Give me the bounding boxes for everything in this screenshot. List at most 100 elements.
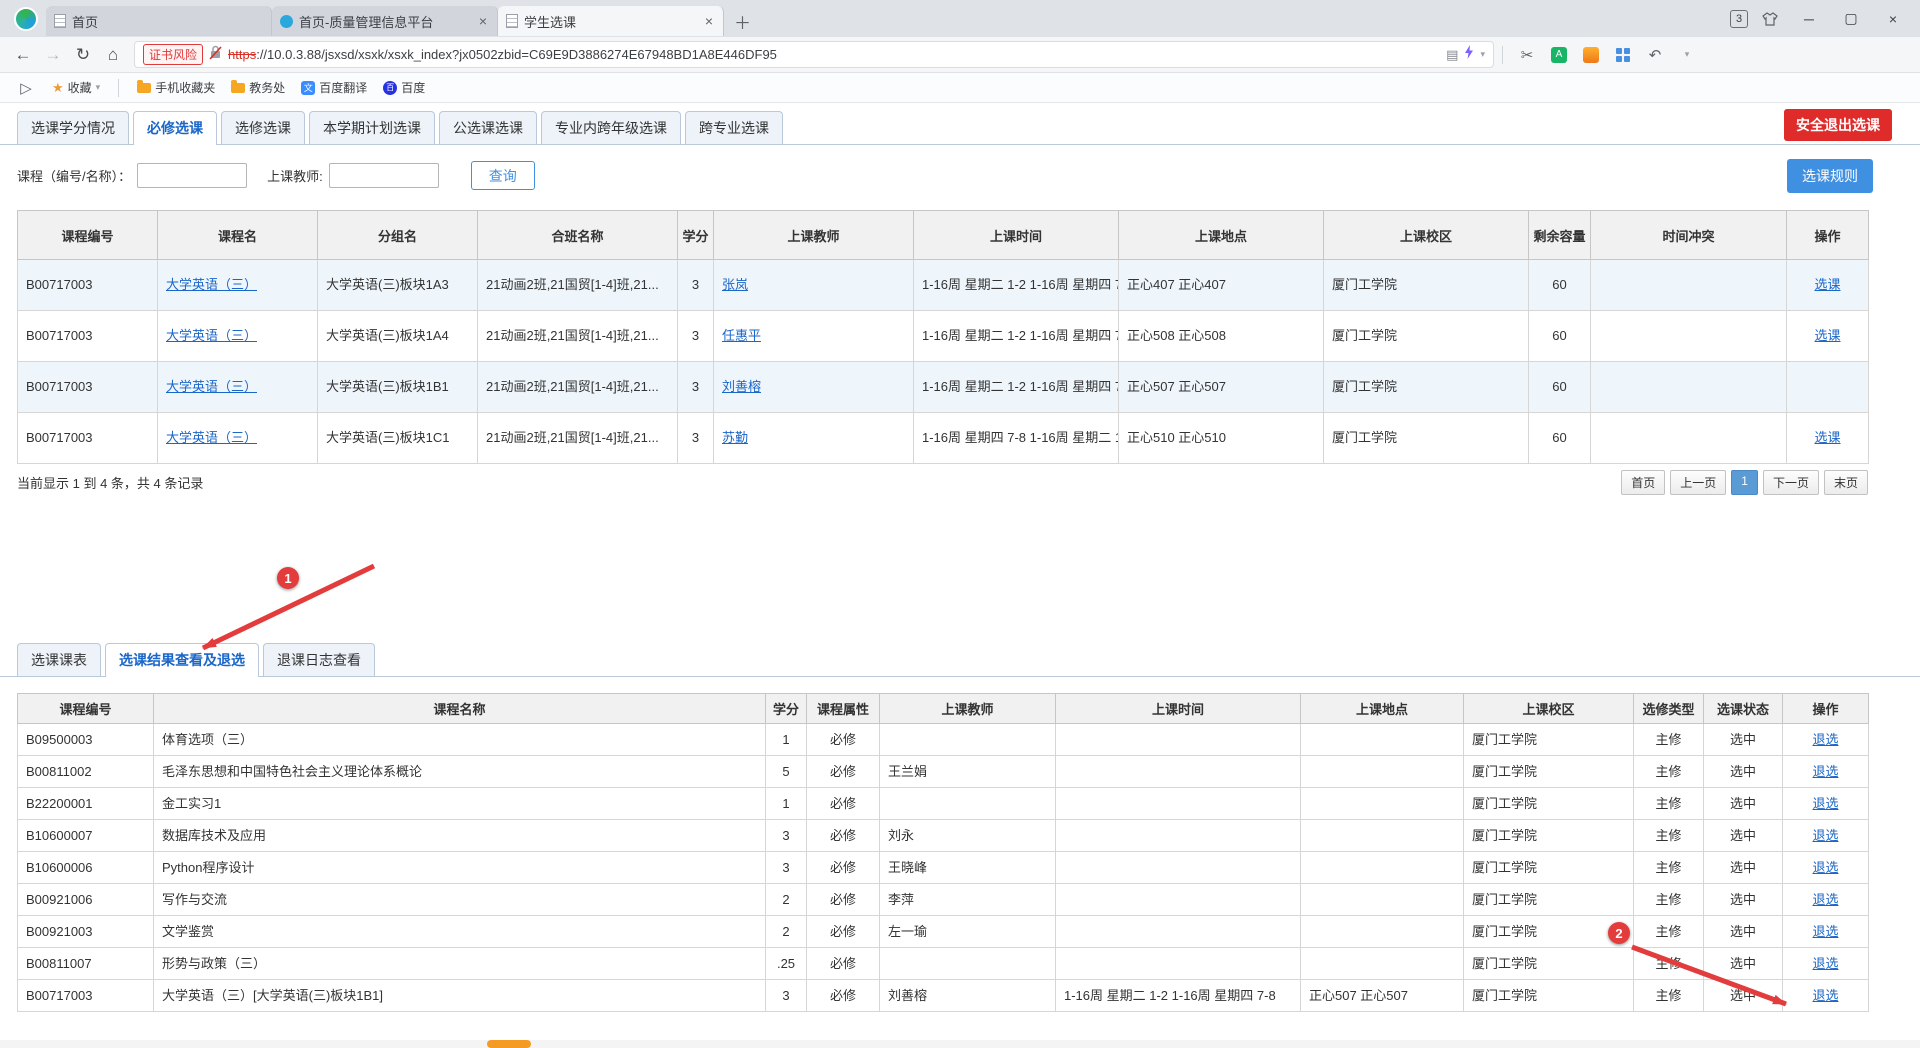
browser-tab-home[interactable]: 首页 xyxy=(46,6,272,36)
teacher-link[interactable]: 苏勤 xyxy=(722,430,748,445)
elective-type: 主修 xyxy=(1634,948,1704,980)
maximize-button[interactable]: ▢ xyxy=(1830,4,1872,34)
browser-tab-quality-platform[interactable]: 首页-质量管理信息平台 × xyxy=(272,6,498,36)
withdraw-link[interactable]: 退选 xyxy=(1812,924,1838,939)
teacher-filter-input[interactable] xyxy=(329,163,439,188)
scrollbar-thumb[interactable] xyxy=(487,1040,531,1048)
skin-icon[interactable] xyxy=(1762,12,1778,26)
select-course-link[interactable]: 选课 xyxy=(1814,328,1840,343)
apps-grid-icon[interactable] xyxy=(1610,42,1636,68)
address-bar[interactable]: 证书风险 https://10.0.3.88/jsxsd/xsxk/xsxk_i… xyxy=(134,41,1494,68)
current-page-button[interactable]: 1 xyxy=(1731,470,1758,495)
close-window-button[interactable]: × xyxy=(1872,4,1914,34)
withdraw-link[interactable]: 退选 xyxy=(1812,860,1838,875)
result-tab-bar: 选课课表 选课结果查看及退选 退课日志查看 xyxy=(0,643,1920,677)
withdraw-link[interactable]: 退选 xyxy=(1812,732,1838,747)
course-name-link[interactable]: 大学英语（三） xyxy=(166,379,257,394)
safe-exit-button[interactable]: 安全退出选课 xyxy=(1784,109,1892,141)
teacher-link[interactable]: 张岚 xyxy=(722,277,748,292)
course-filter-input[interactable] xyxy=(137,163,247,188)
sidebar-toggle-icon[interactable]: ▷ xyxy=(13,75,39,101)
course-code: B09500003 xyxy=(18,724,154,756)
tab-close-icon[interactable]: × xyxy=(477,13,489,29)
browser-tab-student-course[interactable]: 学生选课 × xyxy=(498,6,724,36)
course-name-link[interactable]: 大学英语（三） xyxy=(166,328,257,343)
course-name-link[interactable]: 大学英语（三） xyxy=(166,430,257,445)
tab-elective-courses[interactable]: 选修选课 xyxy=(221,111,305,144)
teacher-cell: 苏勤 xyxy=(714,413,914,464)
browser-logo-icon[interactable] xyxy=(14,7,38,31)
withdraw-link[interactable]: 退选 xyxy=(1812,956,1838,971)
url-text[interactable]: https://10.0.3.88/jsxsd/xsxk/xsxk_index?… xyxy=(228,47,1440,62)
withdraw-link[interactable]: 退选 xyxy=(1812,828,1838,843)
flash-bolt-icon[interactable] xyxy=(1464,45,1474,64)
teacher-link[interactable]: 刘善榕 xyxy=(722,379,761,394)
class-location xyxy=(1301,916,1464,948)
address-dropdown-icon[interactable]: ▾ xyxy=(1480,49,1485,60)
next-page-button[interactable]: 下一页 xyxy=(1763,470,1819,495)
translate-icon[interactable]: A xyxy=(1546,42,1572,68)
credit: 1 xyxy=(766,788,807,820)
course-code: B00921006 xyxy=(18,884,154,916)
tab-semester-plan[interactable]: 本学期计划选课 xyxy=(309,111,435,144)
broken-lock-icon xyxy=(209,45,222,65)
select-course-link[interactable]: 选课 xyxy=(1814,277,1840,292)
reader-mode-icon[interactable]: ▤ xyxy=(1446,47,1458,63)
withdraw-link[interactable]: 退选 xyxy=(1812,796,1838,811)
prev-page-button[interactable]: 上一页 xyxy=(1670,470,1726,495)
forward-button[interactable]: → xyxy=(38,41,68,69)
credit: .25 xyxy=(766,948,807,980)
tab-withdraw-log[interactable]: 退课日志查看 xyxy=(263,643,375,676)
tab-required-courses[interactable]: 必修选课 xyxy=(133,111,217,145)
credit: 3 xyxy=(766,852,807,884)
teacher-cell: 刘善榕 xyxy=(714,362,914,413)
tab-cross-grade[interactable]: 专业内跨年级选课 xyxy=(541,111,681,144)
class-location xyxy=(1301,884,1464,916)
first-page-button[interactable]: 首页 xyxy=(1621,470,1665,495)
query-button[interactable]: 查询 xyxy=(471,161,535,190)
undo-dropdown-icon[interactable]: ▾ xyxy=(1674,42,1700,68)
course-name-link[interactable]: 大学英语（三） xyxy=(166,277,257,292)
bookmark-baidu-fanyi[interactable]: 文 百度翻译 xyxy=(295,77,373,98)
url-rest: ://10.0.3.88/jsxsd/xsxk/xsxk_index?jx050… xyxy=(256,47,777,62)
home-button[interactable]: ⌂ xyxy=(98,41,128,69)
rewards-icon[interactable] xyxy=(1578,42,1604,68)
class-location: 正心507 正心507 xyxy=(1301,980,1464,1012)
refresh-button[interactable]: ↻ xyxy=(68,41,98,69)
teacher-link[interactable]: 任惠平 xyxy=(722,328,761,343)
bookmark-mobile-favorites[interactable]: 手机收藏夹 xyxy=(131,77,221,98)
back-button[interactable]: ← xyxy=(8,41,38,69)
tab-strip: 首页 首页-质量管理信息平台 × 学生选课 × ＋ 3 ─ ▢ × xyxy=(0,0,1920,37)
bookmark-baidu[interactable]: 百 百度 xyxy=(377,77,431,98)
favorites-button[interactable]: ★ 收藏 ▾ xyxy=(46,77,106,98)
minimize-button[interactable]: ─ xyxy=(1788,4,1830,34)
op-cell: 退选 xyxy=(1783,916,1869,948)
tab-close-icon[interactable]: × xyxy=(703,13,715,29)
course-code: B22200001 xyxy=(18,788,154,820)
last-page-button[interactable]: 末页 xyxy=(1824,470,1868,495)
elective-type: 主修 xyxy=(1634,980,1704,1012)
withdraw-link[interactable]: 退选 xyxy=(1812,988,1838,1003)
col-header: 课程编号 xyxy=(18,694,154,724)
withdraw-link[interactable]: 退选 xyxy=(1812,764,1838,779)
selection-rules-button[interactable]: 选课规则 xyxy=(1787,159,1873,193)
new-tab-button[interactable]: ＋ xyxy=(724,9,761,34)
course-code: B10600007 xyxy=(18,820,154,852)
withdraw-link[interactable]: 退选 xyxy=(1812,892,1838,907)
screenshot-scissors-icon[interactable]: ✂ xyxy=(1514,42,1540,68)
select-course-link[interactable]: 选课 xyxy=(1814,430,1840,445)
bookmark-jiaowuchu[interactable]: 教务处 xyxy=(225,77,291,98)
certificate-risk-badge[interactable]: 证书风险 xyxy=(143,44,203,65)
elective-type: 主修 xyxy=(1634,852,1704,884)
col-header: 上课校区 xyxy=(1324,211,1529,260)
credit: 3 xyxy=(678,413,714,464)
tab-count-badge[interactable]: 3 xyxy=(1730,10,1748,28)
tab-course-timetable[interactable]: 选课课表 xyxy=(17,643,101,676)
tab-selection-results[interactable]: 选课结果查看及退选 xyxy=(105,643,259,677)
class-names: 21动画2班,21国贸[1-4]班,21... xyxy=(478,362,678,413)
tab-credit-status[interactable]: 选课学分情况 xyxy=(17,111,129,144)
undo-icon[interactable]: ↶ xyxy=(1642,42,1668,68)
tab-public-electives[interactable]: 公选课选课 xyxy=(439,111,537,144)
tab-cross-major[interactable]: 跨专业选课 xyxy=(685,111,783,144)
horizontal-scrollbar[interactable] xyxy=(0,1040,1920,1048)
